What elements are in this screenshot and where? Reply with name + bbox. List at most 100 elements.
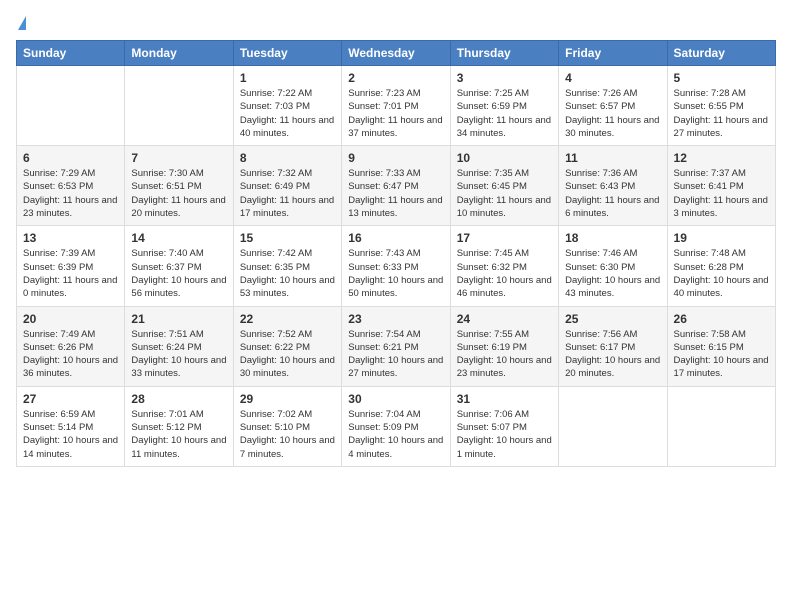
- calendar-week-2: 6 Sunrise: 7:29 AM Sunset: 6:53 PM Daylig…: [17, 146, 776, 226]
- day-info: Sunrise: 7:35 AM Sunset: 6:45 PM Dayligh…: [457, 167, 552, 220]
- calendar-cell: 26 Sunrise: 7:58 AM Sunset: 6:15 PM Dayli…: [667, 306, 775, 386]
- day-number: 7: [131, 151, 226, 165]
- calendar-table: SundayMondayTuesdayWednesdayThursdayFrid…: [16, 40, 776, 467]
- day-number: 9: [348, 151, 443, 165]
- day-number: 26: [674, 312, 769, 326]
- day-number: 18: [565, 231, 660, 245]
- calendar-cell: 10 Sunrise: 7:35 AM Sunset: 6:45 PM Dayli…: [450, 146, 558, 226]
- calendar-cell: 11 Sunrise: 7:36 AM Sunset: 6:43 PM Dayli…: [559, 146, 667, 226]
- day-info: Sunrise: 7:29 AM Sunset: 6:53 PM Dayligh…: [23, 167, 118, 220]
- calendar-cell: 29 Sunrise: 7:02 AM Sunset: 5:10 PM Dayli…: [233, 386, 341, 466]
- day-number: 15: [240, 231, 335, 245]
- day-info: Sunrise: 7:52 AM Sunset: 6:22 PM Dayligh…: [240, 328, 335, 381]
- weekday-header-friday: Friday: [559, 41, 667, 66]
- calendar-cell: 12 Sunrise: 7:37 AM Sunset: 6:41 PM Dayli…: [667, 146, 775, 226]
- day-info: Sunrise: 7:26 AM Sunset: 6:57 PM Dayligh…: [565, 87, 660, 140]
- calendar-cell: 24Sunrise: 7:55 AM Sunset: 6:19 PM Dayli…: [450, 306, 558, 386]
- day-info: Sunrise: 7:48 AM Sunset: 6:28 PM Dayligh…: [674, 247, 769, 300]
- calendar-cell: [559, 386, 667, 466]
- day-number: 21: [131, 312, 226, 326]
- day-number: 11: [565, 151, 660, 165]
- day-info: Sunrise: 7:54 AM Sunset: 6:21 PM Dayligh…: [348, 328, 443, 381]
- calendar-cell: 6 Sunrise: 7:29 AM Sunset: 6:53 PM Daylig…: [17, 146, 125, 226]
- calendar-cell: [17, 66, 125, 146]
- day-number: 31: [457, 392, 552, 406]
- calendar-cell: 13 Sunrise: 7:39 AM Sunset: 6:39 PM Dayli…: [17, 226, 125, 306]
- calendar-cell: [667, 386, 775, 466]
- day-number: 12: [674, 151, 769, 165]
- calendar-cell: 8Sunrise: 7:32 AM Sunset: 6:49 PM Daylig…: [233, 146, 341, 226]
- day-number: 4: [565, 71, 660, 85]
- calendar-cell: 18 Sunrise: 7:46 AM Sunset: 6:30 PM Dayli…: [559, 226, 667, 306]
- calendar-cell: 9 Sunrise: 7:33 AM Sunset: 6:47 PM Daylig…: [342, 146, 450, 226]
- day-number: 10: [457, 151, 552, 165]
- calendar-cell: 31 Sunrise: 7:06 AM Sunset: 5:07 PM Dayli…: [450, 386, 558, 466]
- day-info: Sunrise: 7:25 AM Sunset: 6:59 PM Dayligh…: [457, 87, 552, 140]
- day-info: Sunrise: 7:56 AM Sunset: 6:17 PM Dayligh…: [565, 328, 660, 381]
- header: [16, 16, 776, 32]
- day-number: 3: [457, 71, 552, 85]
- weekday-header-thursday: Thursday: [450, 41, 558, 66]
- calendar-cell: 30 Sunrise: 7:04 AM Sunset: 5:09 PM Dayli…: [342, 386, 450, 466]
- logo-triangle-icon: [18, 16, 26, 30]
- calendar-cell: 23 Sunrise: 7:54 AM Sunset: 6:21 PM Dayli…: [342, 306, 450, 386]
- day-number: 27: [23, 392, 118, 406]
- day-info: Sunrise: 7:30 AM Sunset: 6:51 PM Dayligh…: [131, 167, 226, 220]
- day-number: 24: [457, 312, 552, 326]
- day-info: Sunrise: 7:58 AM Sunset: 6:15 PM Dayligh…: [674, 328, 769, 381]
- day-info: Sunrise: 6:59 AM Sunset: 5:14 PM Dayligh…: [23, 408, 118, 461]
- day-info: Sunrise: 7:36 AM Sunset: 6:43 PM Dayligh…: [565, 167, 660, 220]
- day-number: 22: [240, 312, 335, 326]
- day-info: Sunrise: 7:46 AM Sunset: 6:30 PM Dayligh…: [565, 247, 660, 300]
- day-info: Sunrise: 7:06 AM Sunset: 5:07 PM Dayligh…: [457, 408, 552, 461]
- day-number: 20: [23, 312, 118, 326]
- logo: [16, 16, 26, 32]
- day-info: Sunrise: 7:39 AM Sunset: 6:39 PM Dayligh…: [23, 247, 118, 300]
- calendar-cell: 7 Sunrise: 7:30 AM Sunset: 6:51 PM Daylig…: [125, 146, 233, 226]
- day-info: Sunrise: 7:22 AM Sunset: 7:03 PM Dayligh…: [240, 87, 335, 140]
- calendar-cell: 1Sunrise: 7:22 AM Sunset: 7:03 PM Daylig…: [233, 66, 341, 146]
- day-number: 13: [23, 231, 118, 245]
- calendar-cell: 22 Sunrise: 7:52 AM Sunset: 6:22 PM Dayli…: [233, 306, 341, 386]
- calendar-cell: 20 Sunrise: 7:49 AM Sunset: 6:26 PM Dayli…: [17, 306, 125, 386]
- calendar-cell: 4 Sunrise: 7:26 AM Sunset: 6:57 PM Daylig…: [559, 66, 667, 146]
- calendar-week-5: 27 Sunrise: 6:59 AM Sunset: 5:14 PM Dayli…: [17, 386, 776, 466]
- calendar-cell: 25 Sunrise: 7:56 AM Sunset: 6:17 PM Dayli…: [559, 306, 667, 386]
- day-number: 6: [23, 151, 118, 165]
- calendar-week-3: 13 Sunrise: 7:39 AM Sunset: 6:39 PM Dayli…: [17, 226, 776, 306]
- day-number: 14: [131, 231, 226, 245]
- calendar-week-4: 20 Sunrise: 7:49 AM Sunset: 6:26 PM Dayli…: [17, 306, 776, 386]
- day-info: Sunrise: 7:45 AM Sunset: 6:32 PM Dayligh…: [457, 247, 552, 300]
- calendar-week-1: 1Sunrise: 7:22 AM Sunset: 7:03 PM Daylig…: [17, 66, 776, 146]
- day-info: Sunrise: 7:43 AM Sunset: 6:33 PM Dayligh…: [348, 247, 443, 300]
- calendar-cell: 3 Sunrise: 7:25 AM Sunset: 6:59 PM Daylig…: [450, 66, 558, 146]
- day-info: Sunrise: 7:37 AM Sunset: 6:41 PM Dayligh…: [674, 167, 769, 220]
- day-number: 16: [348, 231, 443, 245]
- day-number: 25: [565, 312, 660, 326]
- day-number: 19: [674, 231, 769, 245]
- day-info: Sunrise: 7:02 AM Sunset: 5:10 PM Dayligh…: [240, 408, 335, 461]
- weekday-header-monday: Monday: [125, 41, 233, 66]
- weekday-header-tuesday: Tuesday: [233, 41, 341, 66]
- calendar-cell: 19 Sunrise: 7:48 AM Sunset: 6:28 PM Dayli…: [667, 226, 775, 306]
- day-info: Sunrise: 7:49 AM Sunset: 6:26 PM Dayligh…: [23, 328, 118, 381]
- calendar-cell: 17 Sunrise: 7:45 AM Sunset: 6:32 PM Dayli…: [450, 226, 558, 306]
- calendar-cell: 15 Sunrise: 7:42 AM Sunset: 6:35 PM Dayli…: [233, 226, 341, 306]
- day-number: 29: [240, 392, 335, 406]
- day-number: 2: [348, 71, 443, 85]
- day-info: Sunrise: 7:23 AM Sunset: 7:01 PM Dayligh…: [348, 87, 443, 140]
- weekday-header-wednesday: Wednesday: [342, 41, 450, 66]
- day-number: 28: [131, 392, 226, 406]
- day-info: Sunrise: 7:33 AM Sunset: 6:47 PM Dayligh…: [348, 167, 443, 220]
- day-info: Sunrise: 7:28 AM Sunset: 6:55 PM Dayligh…: [674, 87, 769, 140]
- weekday-header-row: SundayMondayTuesdayWednesdayThursdayFrid…: [17, 41, 776, 66]
- calendar-cell: 14Sunrise: 7:40 AM Sunset: 6:37 PM Dayli…: [125, 226, 233, 306]
- page-container: SundayMondayTuesdayWednesdayThursdayFrid…: [0, 0, 792, 477]
- day-info: Sunrise: 7:42 AM Sunset: 6:35 PM Dayligh…: [240, 247, 335, 300]
- day-info: Sunrise: 7:32 AM Sunset: 6:49 PM Dayligh…: [240, 167, 335, 220]
- day-number: 30: [348, 392, 443, 406]
- day-info: Sunrise: 7:04 AM Sunset: 5:09 PM Dayligh…: [348, 408, 443, 461]
- day-number: 17: [457, 231, 552, 245]
- day-number: 23: [348, 312, 443, 326]
- calendar-cell: 28Sunrise: 7:01 AM Sunset: 5:12 PM Dayli…: [125, 386, 233, 466]
